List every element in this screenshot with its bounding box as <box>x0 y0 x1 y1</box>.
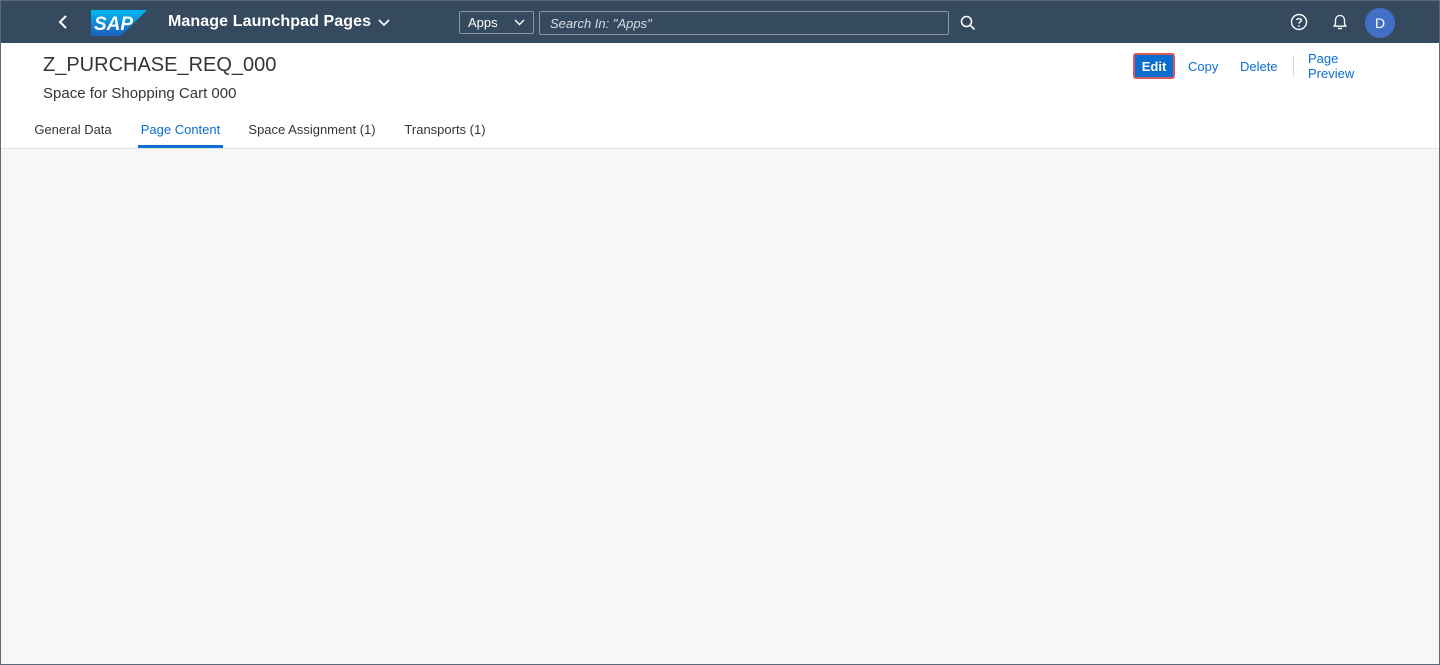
app-title-menu[interactable]: Manage Launchpad Pages <box>168 1 390 43</box>
tab-page-content[interactable]: Page Content <box>138 111 223 148</box>
tab-space-assignment[interactable]: Space Assignment (1) <box>248 111 376 148</box>
shell-bar: SAP Manage Launchpad Pages Apps Search I… <box>1 1 1439 43</box>
actions-divider <box>1293 55 1294 77</box>
search-scope-select[interactable]: Apps <box>459 11 534 34</box>
object-header: Z_PURCHASE_REQ_000 Space for Shopping Ca… <box>1 43 1439 148</box>
help-icon <box>1290 13 1308 31</box>
page-subtitle: Space for Shopping Cart 000 <box>43 85 237 102</box>
search-input[interactable] <box>539 11 949 35</box>
edit-button[interactable]: Edit <box>1133 53 1175 79</box>
chevron-down-icon <box>514 19 525 26</box>
page-preview-button[interactable]: Page Preview <box>1308 51 1354 81</box>
notifications-button[interactable] <box>1329 11 1351 33</box>
tab-bar: General Data Page Content Space Assignme… <box>1 111 1439 148</box>
user-avatar[interactable]: D <box>1365 8 1395 38</box>
search-icon <box>960 15 976 31</box>
app-frame: SAP Manage Launchpad Pages Apps Search I… <box>0 0 1440 665</box>
delete-button[interactable]: Delete <box>1240 53 1278 79</box>
search-button[interactable] <box>957 12 979 34</box>
chevron-down-icon <box>378 19 390 27</box>
search-scope-label: Apps <box>468 15 498 30</box>
app-title: Manage Launchpad Pages <box>168 13 372 30</box>
back-icon <box>58 15 67 29</box>
copy-button[interactable]: Copy <box>1188 53 1218 79</box>
bell-icon <box>1333 14 1347 30</box>
page-title: Z_PURCHASE_REQ_000 <box>43 54 277 76</box>
tab-transports[interactable]: Transports (1) <box>403 111 487 148</box>
tab-general-data[interactable]: General Data <box>33 111 113 148</box>
sap-logo-text: SAP <box>94 14 133 35</box>
back-button[interactable] <box>49 8 77 36</box>
page-content-area <box>1 149 1439 664</box>
help-button[interactable] <box>1288 11 1310 33</box>
sap-logo[interactable]: SAP <box>91 10 147 36</box>
